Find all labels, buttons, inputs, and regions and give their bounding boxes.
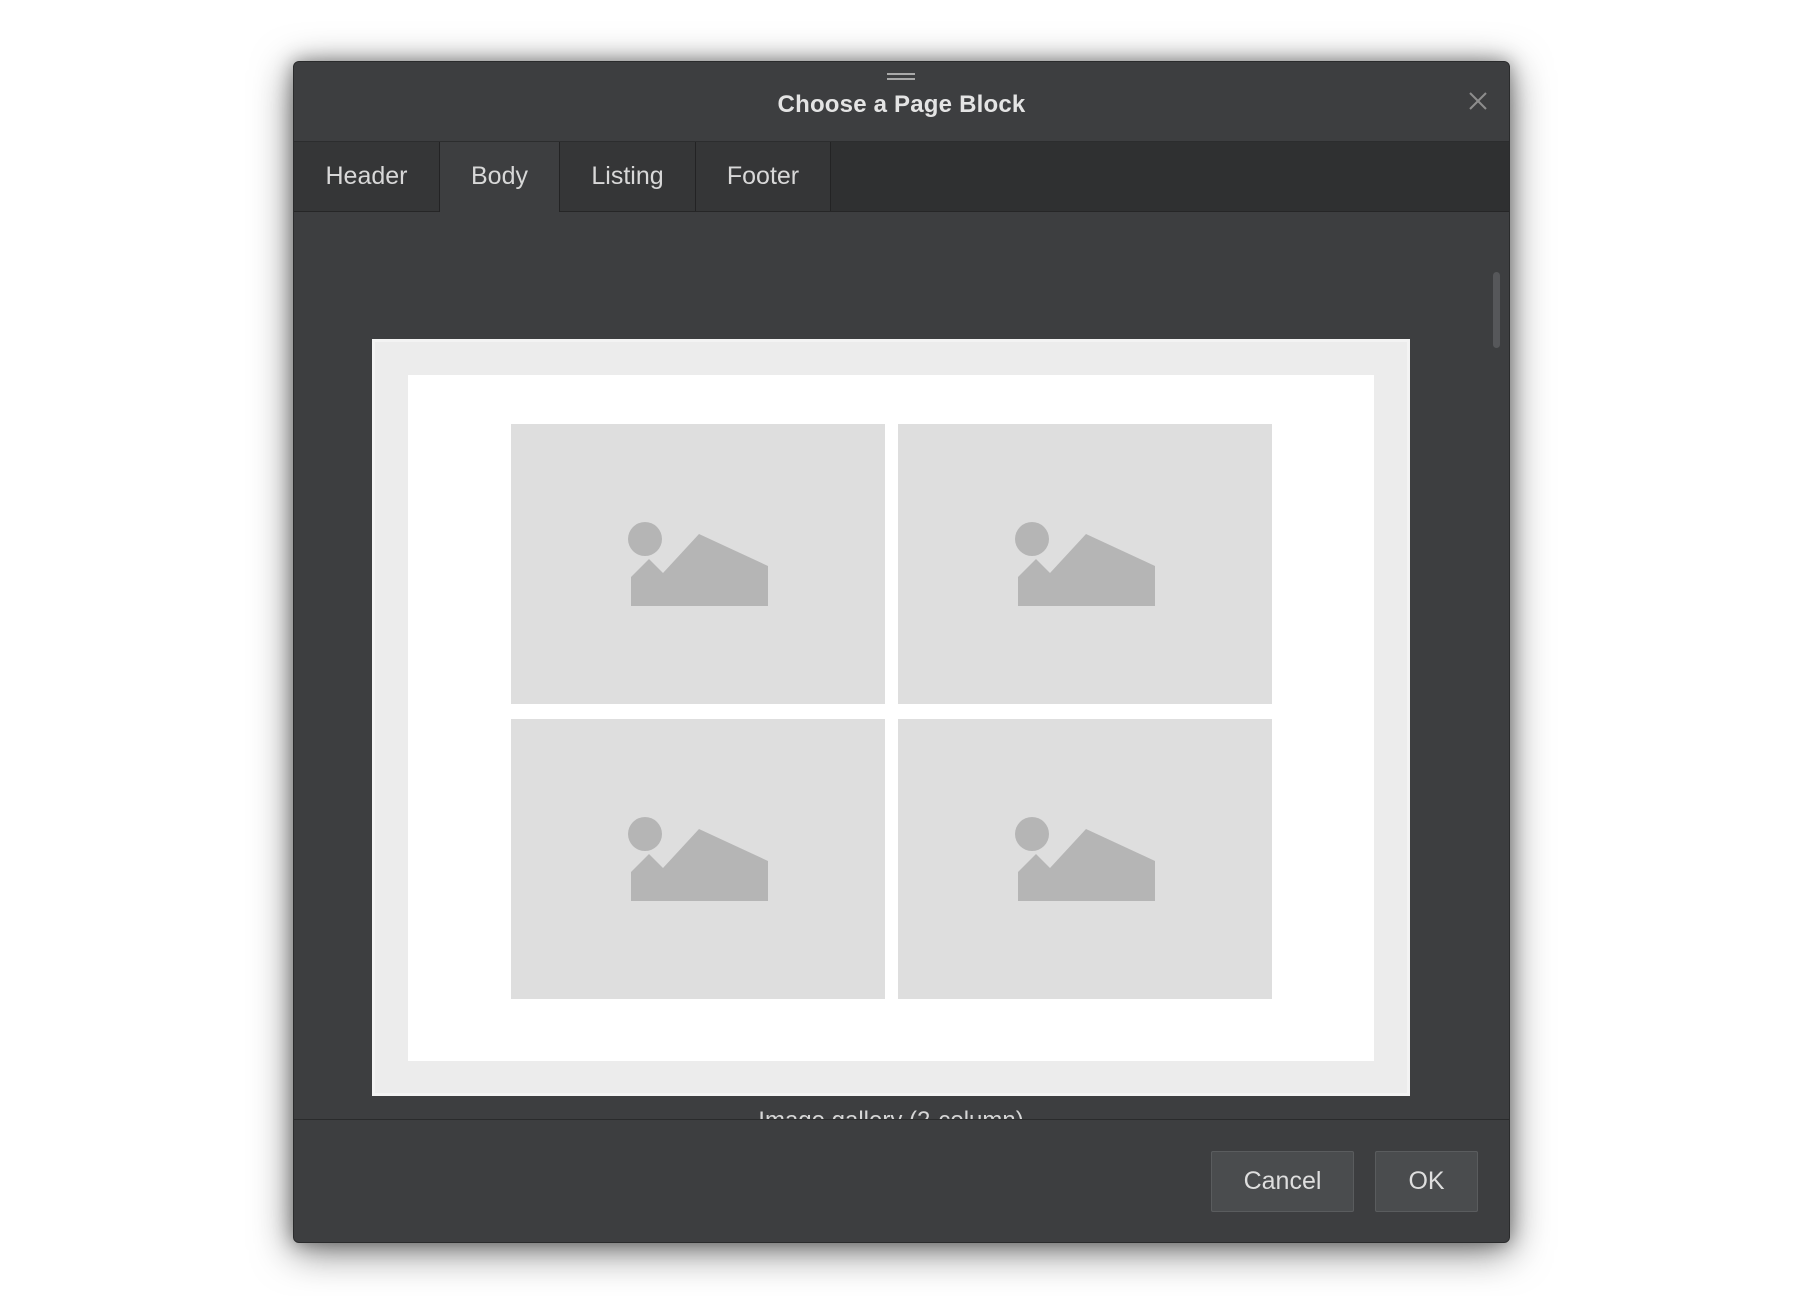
cancel-button[interactable]: Cancel — [1211, 1151, 1354, 1212]
image-tile — [511, 719, 885, 999]
tab-footer[interactable]: Footer — [696, 142, 831, 211]
block-list: Image gallery (2-column) — [294, 212, 1509, 1134]
ok-button[interactable]: OK — [1375, 1151, 1478, 1212]
image-placeholder-icon — [1015, 817, 1155, 901]
dialog-titlebar[interactable]: Choose a Page Block — [294, 62, 1509, 142]
image-placeholder-icon — [628, 817, 768, 901]
image-tile — [898, 719, 1272, 999]
scrollbar-thumb[interactable] — [1493, 272, 1500, 348]
tab-body[interactable]: Body — [439, 142, 560, 212]
image-tile — [898, 424, 1272, 704]
tab-listing[interactable]: Listing — [560, 142, 696, 211]
close-icon[interactable] — [1465, 88, 1491, 114]
dialog-footer: Cancel OK — [294, 1119, 1509, 1242]
dialog-title: Choose a Page Block — [777, 91, 1026, 118]
tab-bar: Header Body Listing Footer — [294, 142, 1509, 212]
choose-page-block-dialog: Choose a Page Block Header Body Listing … — [293, 61, 1510, 1243]
tab-header[interactable]: Header — [294, 142, 440, 211]
block-preview-image-gallery[interactable] — [372, 339, 1410, 1096]
preview-page — [408, 375, 1374, 1061]
image-tile — [511, 424, 885, 704]
drag-handle-icon[interactable] — [887, 73, 915, 81]
image-placeholder-icon — [628, 522, 768, 606]
image-placeholder-icon — [1015, 522, 1155, 606]
